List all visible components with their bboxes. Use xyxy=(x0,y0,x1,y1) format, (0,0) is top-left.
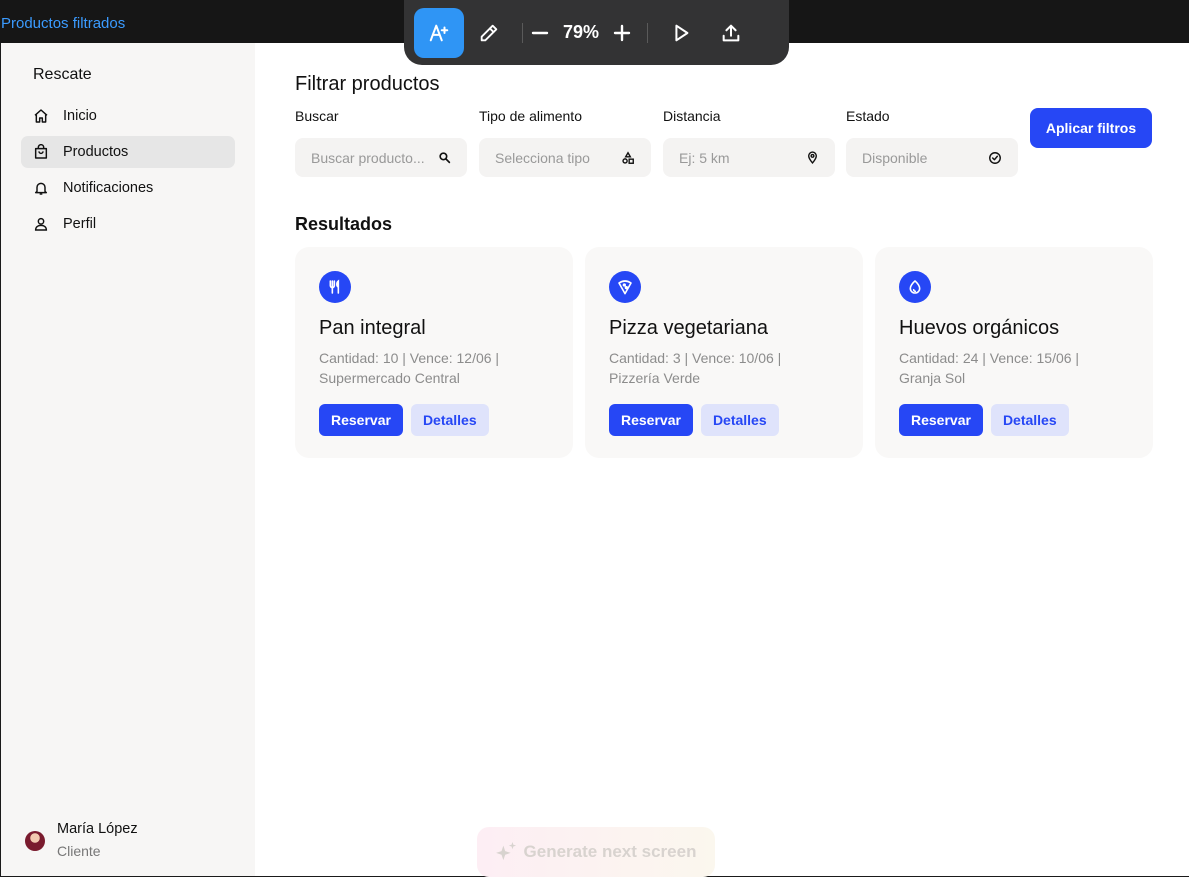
food-type-select[interactable]: Selecciona tipo xyxy=(479,138,651,177)
generate-next-screen-button[interactable]: Generate next screen xyxy=(477,827,715,877)
product-meta-line: Cantidad: 10 | Vence: 12/06 | xyxy=(319,350,500,366)
zoom-out-icon[interactable] xyxy=(531,24,549,42)
user-icon xyxy=(34,217,48,231)
results-title: Resultados xyxy=(295,214,393,234)
ai-text-icon[interactable] xyxy=(414,7,464,58)
product-location: Pizzería Verde xyxy=(609,370,701,386)
upload-icon[interactable] xyxy=(706,8,756,58)
sidebar-item-notificaciones[interactable]: Notificaciones xyxy=(21,172,235,204)
product-meta: Cantidad: 3 | Vence: 10/06 | Pizzería Ve… xyxy=(609,348,839,388)
product-meta-line: Cantidad: 3 | Vence: 10/06 | xyxy=(609,350,782,366)
page-title: Filtrar productos xyxy=(295,73,440,95)
details-button[interactable]: Detalles xyxy=(990,404,1069,436)
product-card: Pizza vegetariana Cantidad: 3 | Vence: 1… xyxy=(585,247,863,458)
shapes-icon xyxy=(622,150,634,164)
reserve-button[interactable]: Reservar xyxy=(609,404,693,436)
product-meta-line: Cantidad: 24 | Vence: 15/06 | xyxy=(899,350,1080,366)
sparkle-icon xyxy=(495,842,516,861)
home-icon xyxy=(34,109,48,123)
details-button[interactable]: Detalles xyxy=(410,404,489,436)
sidebar-item-productos[interactable]: Productos xyxy=(21,136,235,168)
apply-filters-button[interactable]: Aplicar filtros xyxy=(1030,108,1152,148)
toolbar-divider xyxy=(522,22,523,43)
filter-label: Distancia xyxy=(663,108,721,124)
status-placeholder: Disponible xyxy=(862,149,928,166)
food-type-placeholder: Selecciona tipo xyxy=(495,149,590,166)
user-name: María López xyxy=(57,821,138,837)
filter-buscar: Buscar Buscar producto... xyxy=(295,108,467,177)
sidebar: Rescate Inicio Productos Notificaciones … xyxy=(1,43,255,876)
card-actions: Reservar Detalles xyxy=(319,404,549,436)
user-profile[interactable]: María López Cliente xyxy=(25,821,138,859)
results-list: Pan integral Cantidad: 10 | Vence: 12/06… xyxy=(295,247,1153,458)
editor-toolbar: 79% xyxy=(404,0,789,65)
shopping-bag-icon xyxy=(34,144,48,159)
map-pin-icon xyxy=(808,151,817,164)
filter-label: Estado xyxy=(846,108,890,124)
card-actions: Reservar Detalles xyxy=(899,404,1129,436)
sidebar-item-inicio[interactable]: Inicio xyxy=(21,100,235,132)
distance-placeholder: Ej: 5 km xyxy=(679,149,730,166)
frame-title[interactable]: Productos filtrados xyxy=(1,15,125,32)
details-button[interactable]: Detalles xyxy=(700,404,779,436)
sidebar-item-label: Perfil xyxy=(63,216,97,232)
filter-tipo: Tipo de alimento Selecciona tipo xyxy=(479,108,651,177)
sidebar-item-label: Inicio xyxy=(63,108,97,124)
search-icon xyxy=(439,152,451,164)
avatar xyxy=(25,831,45,851)
zoom-value: 79% xyxy=(563,22,600,42)
bell-icon xyxy=(34,182,48,195)
filter-label: Buscar xyxy=(295,108,339,124)
toolbar-divider xyxy=(647,22,649,43)
zoom-in-icon[interactable] xyxy=(613,24,631,42)
product-location: Supermercado Central xyxy=(319,370,460,386)
filter-label: Tipo de alimento xyxy=(479,108,582,124)
product-title: Huevos orgánicos xyxy=(899,317,1060,339)
product-card: Pan integral Cantidad: 10 | Vence: 12/06… xyxy=(295,247,573,458)
product-meta: Cantidad: 24 | Vence: 15/06 | Granja Sol xyxy=(899,348,1129,388)
status-select[interactable]: Disponible xyxy=(846,138,1018,177)
screen-canvas: Rescate Inicio Productos Notificaciones … xyxy=(1,43,1189,877)
filter-distancia: Distancia Ej: 5 km xyxy=(663,108,835,177)
egg-icon xyxy=(899,271,931,303)
distance-input[interactable]: Ej: 5 km xyxy=(663,138,835,177)
sidebar-item-perfil[interactable]: Perfil xyxy=(21,208,235,240)
card-actions: Reservar Detalles xyxy=(609,404,839,436)
generate-label: Generate next screen xyxy=(523,842,697,861)
sidebar-item-label: Productos xyxy=(63,144,129,160)
filters-row: Buscar Buscar producto... Tipo de alimen… xyxy=(295,108,1153,178)
play-icon[interactable] xyxy=(656,8,706,58)
reserve-button[interactable]: Reservar xyxy=(899,404,983,436)
brand-name: Rescate xyxy=(33,66,92,83)
sidebar-nav: Inicio Productos Notificaciones Perfil xyxy=(21,100,235,244)
product-title: Pan integral xyxy=(319,317,426,339)
check-circle-icon xyxy=(989,151,1001,164)
zoom-control: 79% xyxy=(531,22,631,43)
reserve-button[interactable]: Reservar xyxy=(319,404,403,436)
product-card: Huevos orgánicos Cantidad: 24 | Vence: 1… xyxy=(875,247,1153,458)
search-input[interactable]: Buscar producto... xyxy=(295,138,467,177)
search-placeholder: Buscar producto... xyxy=(311,149,425,166)
utensils-icon xyxy=(319,271,351,303)
filter-estado: Estado Disponible xyxy=(846,108,1018,177)
pencil-icon[interactable] xyxy=(464,8,514,58)
user-role: Cliente xyxy=(57,843,101,859)
pizza-icon xyxy=(609,271,641,303)
product-title: Pizza vegetariana xyxy=(609,317,768,339)
product-meta: Cantidad: 10 | Vence: 12/06 | Supermerca… xyxy=(319,348,549,388)
product-location: Granja Sol xyxy=(899,370,966,386)
sidebar-item-label: Notificaciones xyxy=(63,180,154,196)
